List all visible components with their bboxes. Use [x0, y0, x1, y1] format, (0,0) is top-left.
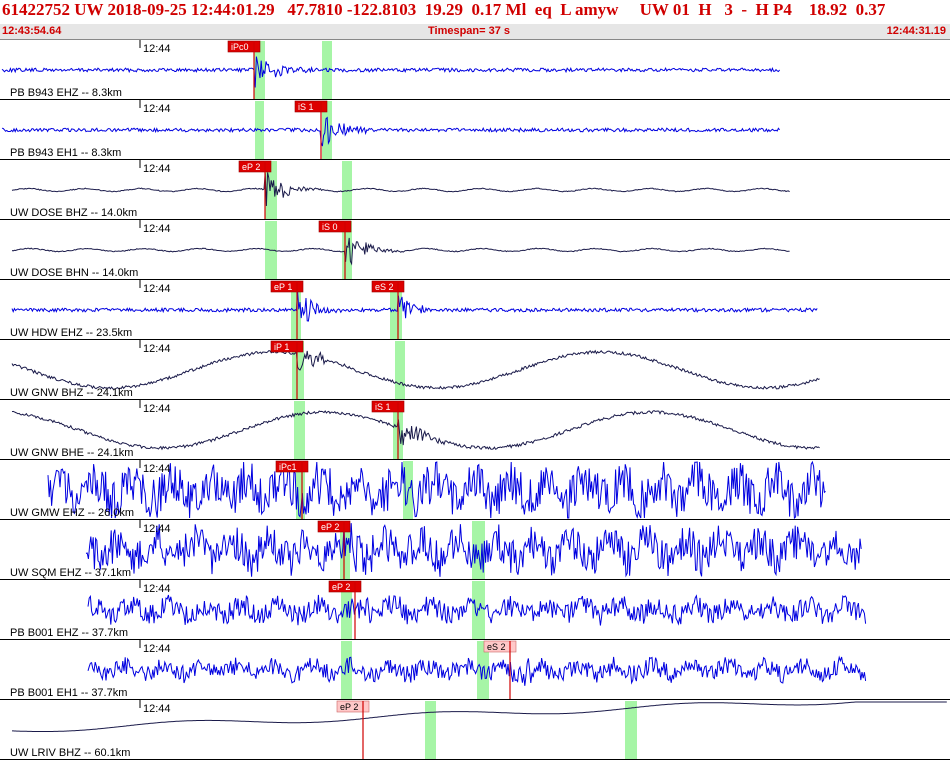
tick-label: 12:44: [143, 523, 171, 535]
trace-panel[interactable]: 12:44 iS 0 UW DOSE BHN -- 14.0km: [0, 220, 950, 280]
station-label: PB B001 EHZ -- 37.7km: [10, 627, 128, 639]
station-label: PB B943 EHZ -- 8.3km: [10, 87, 122, 99]
tick-label: 12:44: [143, 643, 171, 655]
event-header: 61422752 UW 2018-09-25 12:44:01.29 47.78…: [0, 0, 950, 24]
pick-label: iS 0: [322, 222, 338, 232]
trace-panel[interactable]: 12:44 iPc0 PB B943 EHZ -- 8.3km: [0, 40, 950, 100]
waveform-trace: [1, 56, 780, 88]
trace-panel[interactable]: 12:44 eP 2 PB B001 EHZ -- 37.7km: [0, 580, 950, 640]
timespan-label: Timespan= 37 s: [428, 25, 511, 37]
station-label: UW DOSE BHZ -- 14.0km: [10, 207, 137, 219]
trace-panel[interactable]: 12:44 eP 1 eS 2 UW HDW EHZ -- 23.5km: [0, 280, 950, 340]
tick-label: 12:44: [143, 343, 171, 355]
trace-panel[interactable]: 12:44 iP 1 UW GNW BHZ -- 24.1km: [0, 340, 950, 400]
waveform-trace: [11, 410, 820, 451]
seismogram-panels[interactable]: 12:44 iPc0 PB B943 EHZ -- 8.3km 12:44 iS 1 PB…: [0, 40, 950, 760]
event-summary: 61422752 UW 2018-09-25 12:44:01.29 47.78…: [2, 0, 886, 19]
pick-label: eS 2: [487, 642, 506, 652]
tick-label: 12:44: [143, 403, 171, 415]
tick-label: 12:44: [143, 703, 171, 715]
pick-window: [294, 401, 305, 459]
station-label: UW GNW BHE -- 24.1km: [10, 447, 133, 459]
waveform-trace: [11, 349, 820, 390]
pick-label: eP 2: [321, 522, 339, 532]
pick-window: [395, 341, 405, 399]
tick-label: 12:44: [143, 43, 171, 55]
tick-label: 12:44: [143, 583, 171, 595]
trace-panel[interactable]: 12:44 eS 2 PB B001 EH1 -- 37.7km: [0, 640, 950, 700]
pick-label: iPc1: [279, 462, 297, 472]
pick-label: iS 1: [375, 402, 391, 412]
waveform-trace: [11, 237, 790, 266]
pick-label: eS 2: [375, 282, 394, 292]
pick-window: [425, 701, 436, 759]
waveform-trace: [1, 116, 780, 147]
pick-window: [342, 161, 352, 219]
trace-panel[interactable]: 12:44 eP 2 UW DOSE BHZ -- 14.0km: [0, 160, 950, 220]
pick-window: [341, 641, 352, 699]
tick-label: 12:44: [143, 463, 171, 475]
trace-panel[interactable]: 12:44 iS 1 UW GNW BHE -- 24.1km: [0, 400, 950, 460]
pick-label: iP 1: [274, 342, 289, 352]
station-label: UW SQM EHZ -- 37.1km: [10, 567, 131, 579]
end-time: 12:44:31.19: [886, 25, 946, 37]
tick-label: 12:44: [143, 223, 171, 235]
pick-label: eP 2: [332, 582, 350, 592]
station-label: UW DOSE BHN -- 14.0km: [10, 267, 138, 279]
station-label: UW GNW BHZ -- 24.1km: [10, 387, 133, 399]
pick-window: [625, 701, 637, 759]
tick-label: 12:44: [143, 283, 171, 295]
station-label: UW HDW EHZ -- 23.5km: [10, 327, 132, 339]
trace-panel[interactable]: 12:44 iPc1 UW GMW EHZ -- 26.0km: [0, 460, 950, 520]
start-time: 12:43:54.64: [2, 25, 62, 37]
pick-label: eP 2: [242, 162, 260, 172]
waveform-trace: [11, 291, 818, 322]
station-label: UW GMW EHZ -- 26.0km: [10, 507, 134, 519]
station-label: PB B943 EH1 -- 8.3km: [10, 147, 121, 159]
waveform-trace: [11, 172, 790, 207]
waveform-trace: [87, 655, 867, 686]
pick-label: eP 1: [274, 282, 292, 292]
tick-label: 12:44: [143, 163, 171, 175]
station-label: UW LRIV BHZ -- 60.1km: [10, 747, 130, 759]
pick-label: iPc0: [231, 42, 249, 52]
pick-label: iS 1: [298, 102, 314, 112]
trace-panel[interactable]: 12:44 eP 2 UW LRIV BHZ -- 60.1km: [0, 700, 950, 760]
tick-label: 12:44: [143, 103, 171, 115]
time-bar[interactable]: 12:43:54.64 Timespan= 37 s 12:44:31.19: [0, 24, 950, 40]
trace-panel[interactable]: 12:44 iS 1 PB B943 EH1 -- 8.3km: [0, 100, 950, 160]
trace-panel[interactable]: 12:44 eP 2 UW SQM EHZ -- 37.1km: [0, 520, 950, 580]
pick-window: [472, 581, 485, 639]
pick-label: eP 2: [340, 702, 358, 712]
station-label: PB B001 EH1 -- 37.7km: [10, 687, 127, 699]
